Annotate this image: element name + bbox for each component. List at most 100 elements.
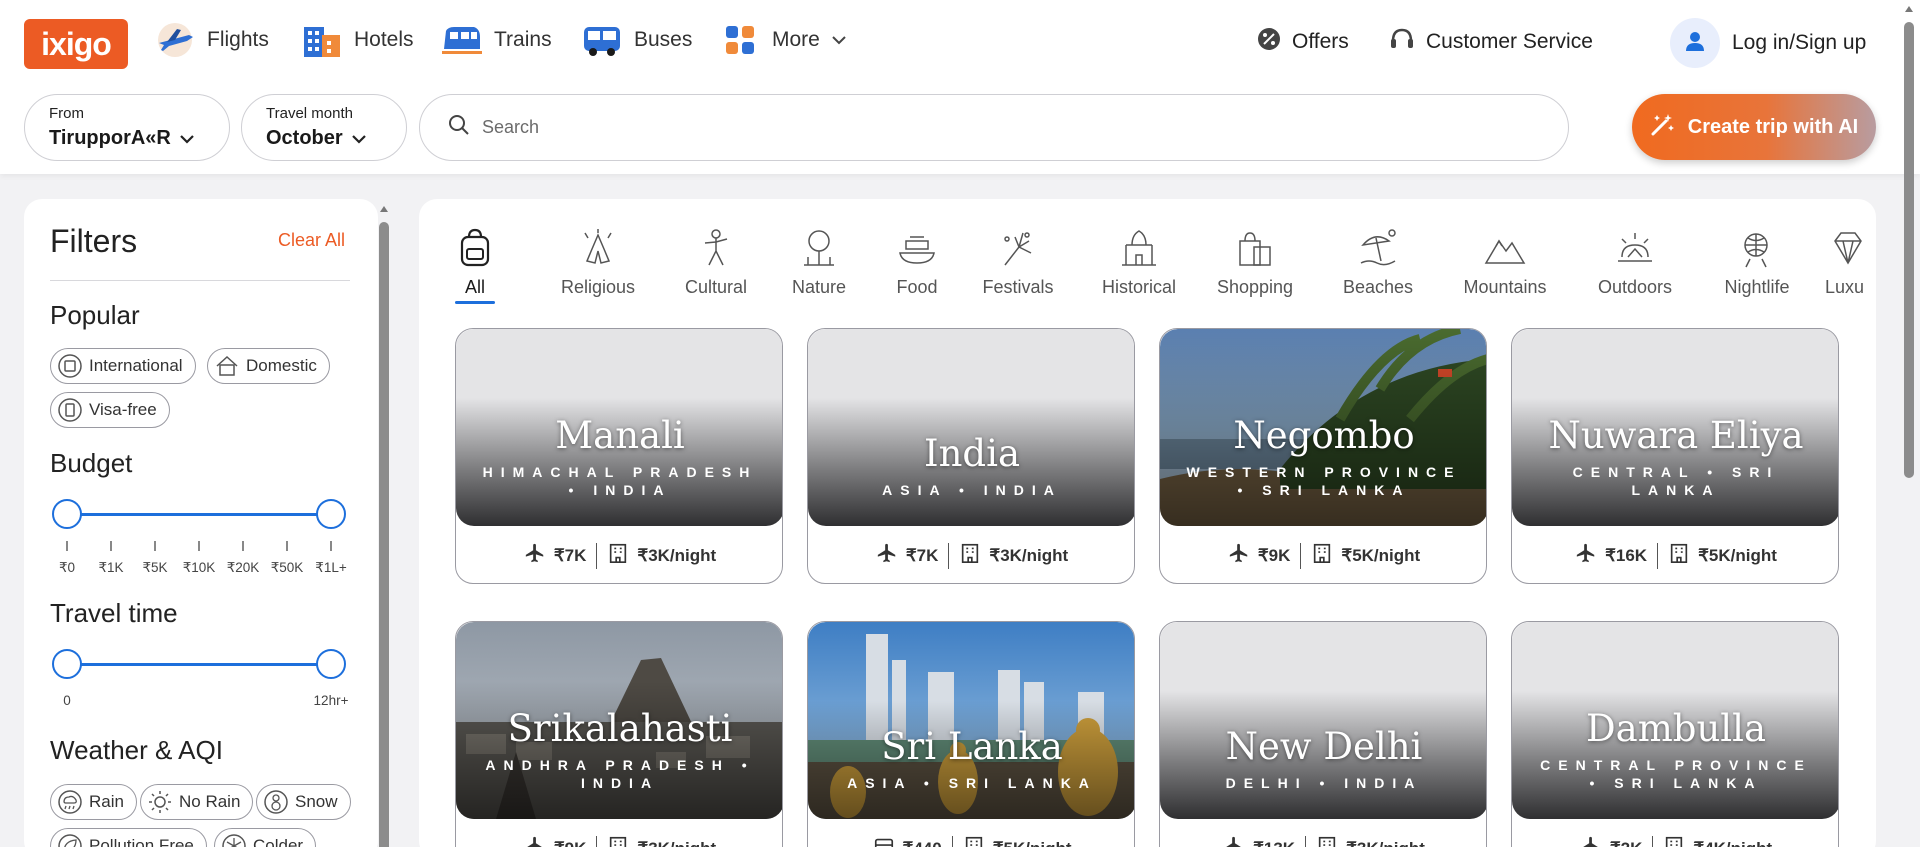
- airplane-icon: [524, 542, 546, 569]
- destination-card[interactable]: Manali HIMACHAL PRADESH • INDIA ₹7K ₹3K/…: [455, 328, 783, 584]
- from-value: TirupporA«R: [49, 127, 171, 149]
- budget-min-handle[interactable]: [52, 499, 82, 529]
- category-label: Beaches: [1342, 277, 1414, 297]
- category-tab-shopping[interactable]: Shopping: [1200, 225, 1310, 298]
- destination-name: Dambulla: [1585, 707, 1767, 750]
- destination-card[interactable]: Dambulla CENTRAL PROVINCE • SRI LANKA ₹2…: [1511, 621, 1839, 847]
- travel-time-max-handle[interactable]: [316, 649, 346, 679]
- flight-price: ₹9K: [1257, 545, 1291, 565]
- nav-flights[interactable]: Flights: [153, 18, 269, 62]
- beach-umbrella-icon: [1355, 225, 1401, 271]
- flight-price: ₹9K: [554, 839, 587, 847]
- create-trip-ai-button[interactable]: Create trip with AI: [1632, 94, 1876, 160]
- chip-no-rain[interactable]: No Rain: [140, 784, 254, 820]
- category-tab-mountains[interactable]: Mountains: [1450, 225, 1560, 298]
- chip-pollution-free[interactable]: Pollution Free: [50, 828, 207, 847]
- chevron-down-icon: [351, 127, 367, 150]
- scroll-up-arrow-icon[interactable]: [1904, 4, 1914, 14]
- destination-name: Negombo: [1233, 414, 1415, 457]
- category-tab-festivals[interactable]: Festivals: [963, 225, 1073, 298]
- clear-all-link[interactable]: Clear All: [278, 230, 345, 251]
- grid-apps-icon: [718, 20, 762, 60]
- budget-max-handle[interactable]: [316, 499, 346, 529]
- destination-name: India: [923, 432, 1021, 475]
- divider: [948, 542, 950, 569]
- offers-label: Offers: [1292, 30, 1349, 53]
- budget-slider-track[interactable]: [67, 513, 331, 516]
- category-tab-religious[interactable]: Religious: [543, 225, 653, 298]
- hotel-icon: [607, 542, 629, 569]
- category-tab-cultural[interactable]: Cultural: [661, 225, 771, 298]
- chip-label: Visa-free: [89, 400, 157, 419]
- offers-link[interactable]: Offers: [1256, 26, 1349, 58]
- passport-stamp-icon: [57, 353, 83, 379]
- hotel-price: ₹3K/night: [989, 545, 1069, 565]
- nav-hotels[interactable]: Hotels: [300, 18, 414, 62]
- travel-time-min-handle[interactable]: [52, 649, 82, 679]
- filters-scrollbar[interactable]: [379, 204, 389, 847]
- budget-tick: [242, 541, 244, 551]
- passport-icon: [57, 397, 83, 423]
- travel-month-selector[interactable]: Travel month October: [241, 94, 407, 161]
- hotel-price: ₹4K/night: [1693, 839, 1772, 847]
- snowman-icon: [263, 789, 289, 815]
- from-selector[interactable]: From TirupporA«R: [24, 94, 230, 161]
- category-tab-outdoors[interactable]: Outdoors: [1580, 225, 1690, 298]
- avatar[interactable]: [1670, 18, 1720, 68]
- scroll-up-arrow-icon[interactable]: [379, 204, 389, 214]
- budget-tick-label: ₹50K: [270, 560, 304, 575]
- chip-domestic[interactable]: Domestic: [207, 348, 330, 384]
- chip-colder[interactable]: Colder: [214, 828, 317, 847]
- chip-label: Snow: [295, 792, 338, 811]
- filters-scrollbar-thumb[interactable]: [379, 222, 389, 847]
- nav-buses[interactable]: Buses: [580, 18, 692, 62]
- shopping-bag-icon: [1232, 225, 1278, 271]
- nav-buses-label: Buses: [634, 28, 693, 51]
- active-tab-indicator: [455, 301, 495, 304]
- filters-title: Filters: [50, 223, 138, 259]
- destination-card[interactable]: New Delhi DELHI • INDIA ₹13K ₹3K/night: [1159, 621, 1487, 847]
- airplane-icon: [1575, 542, 1597, 569]
- login-signup-link[interactable]: Log in/Sign up: [1732, 31, 1866, 55]
- category-tab-nature[interactable]: Nature: [764, 225, 874, 298]
- search-box[interactable]: [419, 94, 1569, 161]
- ixigo-logo[interactable]: ixigo: [24, 19, 128, 69]
- page-scrollbar-thumb[interactable]: [1904, 22, 1914, 478]
- nav-trains[interactable]: Trains: [440, 18, 552, 62]
- destinations-panel: All Religious Cultural Nature Food Festi…: [419, 199, 1876, 847]
- category-tab-luxury[interactable]: Luxu: [1825, 225, 1876, 298]
- nav-more[interactable]: More: [718, 18, 848, 62]
- chip-label: Pollution Free: [89, 836, 194, 847]
- customer-service-link[interactable]: Customer Service: [1388, 26, 1593, 58]
- destination-card[interactable]: Sri Lanka ASIA • SRI LANKA ₹440 ₹5K/nigh…: [807, 621, 1135, 847]
- airplane-icon: [153, 20, 197, 60]
- destination-name: Manali: [555, 414, 685, 457]
- page-scrollbar[interactable]: [1902, 0, 1916, 847]
- category-tab-food[interactable]: Food: [862, 225, 972, 298]
- airplane-icon: [1223, 835, 1245, 847]
- nav-hotels-label: Hotels: [354, 28, 414, 51]
- budget-tick-label: ₹10K: [182, 560, 216, 575]
- travel-time-slider-track[interactable]: [67, 663, 331, 666]
- snowflake-icon: [221, 833, 247, 847]
- category-label: Historical: [1101, 277, 1176, 297]
- category-tab-historical[interactable]: Historical: [1084, 225, 1194, 298]
- destination-card[interactable]: India ASIA • INDIA ₹7K ₹3K/night: [807, 328, 1135, 584]
- category-tab-beaches[interactable]: Beaches: [1323, 225, 1433, 298]
- hotel-price: ₹5K/night: [1698, 545, 1777, 565]
- chip-international[interactable]: International: [50, 348, 196, 384]
- category-tab-nightlife[interactable]: Nightlife: [1702, 225, 1812, 298]
- destination-region: CENTRAL PROVINCE • SRI LANKA: [1540, 757, 1812, 791]
- budget-tick: [198, 541, 200, 551]
- chip-snow[interactable]: Snow: [256, 784, 351, 820]
- hotel-icon: [1663, 835, 1685, 847]
- destination-card[interactable]: Nuwara Eliya CENTRAL • SRI LANKA ₹16K ₹5…: [1511, 328, 1839, 584]
- flight-price: ₹7K: [553, 545, 587, 565]
- category-tab-all[interactable]: All: [451, 225, 499, 298]
- disco-ball-icon: [1734, 225, 1780, 271]
- chip-rain[interactable]: Rain: [50, 784, 137, 820]
- chip-visa-free[interactable]: Visa-free: [50, 392, 170, 428]
- destination-card[interactable]: Negombo WESTERN PROVINCE • SRI LANKA ₹9K…: [1159, 328, 1487, 584]
- search-input[interactable]: [482, 117, 1482, 138]
- destination-card[interactable]: Srikalahasti ANDHRA PRADESH • INDIA ₹9K …: [455, 621, 783, 847]
